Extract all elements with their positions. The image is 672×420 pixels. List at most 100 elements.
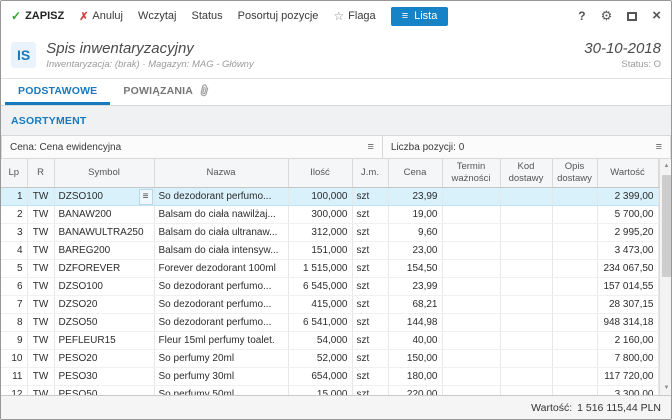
- price-type-selector[interactable]: Cena: Cena ewidencyjna ≡: [1, 135, 383, 159]
- cell-symbol: DZSO50≡: [54, 313, 154, 331]
- lista-button[interactable]: ≡ Lista: [391, 7, 449, 26]
- cell-cena: 154,50: [388, 259, 442, 277]
- column-header-opis-dostawy[interactable]: Opis dostawy: [552, 159, 597, 187]
- cell-nazwa: So dezodorant perfumo...: [154, 277, 288, 295]
- hamburger-icon[interactable]: ≡: [367, 141, 373, 153]
- tab-powiazania[interactable]: POWIĄZANIA: [110, 79, 223, 105]
- column-header-cena[interactable]: Cena: [388, 159, 442, 187]
- scroll-thumb[interactable]: [662, 175, 672, 277]
- cell-opis-dostawy: [552, 241, 597, 259]
- cancel-x-icon: ✗: [79, 10, 88, 23]
- table-row[interactable]: 10 TW PESO20≡ So perfumy 20ml 52,000 szt…: [1, 349, 658, 367]
- cell-opis-dostawy: [552, 223, 597, 241]
- scroll-down-arrow[interactable]: ▼: [660, 381, 672, 395]
- cell-nazwa: Forever dezodorant 100ml: [154, 259, 288, 277]
- cell-termin: [442, 259, 500, 277]
- sort-items-button[interactable]: Posortuj pozycje: [238, 10, 319, 22]
- cell-cena: 40,00: [388, 331, 442, 349]
- close-icon[interactable]: ×: [652, 11, 661, 21]
- table-row[interactable]: 6 TW DZSO100≡ So dezodorant perfumo... 6…: [1, 277, 658, 295]
- cell-lp: 4: [1, 241, 27, 259]
- load-button-label: Wczytaj: [138, 10, 177, 22]
- column-header-termin[interactable]: Termin ważności: [442, 159, 500, 187]
- table-row[interactable]: 8 TW DZSO50≡ So dezodorant perfumo... 6 …: [1, 313, 658, 331]
- column-header-jm[interactable]: J.m.: [352, 159, 388, 187]
- cell-r: TW: [27, 367, 54, 385]
- cell-symbol: BAREG200≡: [54, 241, 154, 259]
- cell-opis-dostawy: [552, 277, 597, 295]
- cell-wartosc: 2 160,00: [597, 331, 658, 349]
- table-row[interactable]: 2 TW BANAW200≡ Balsam do ciała nawilżaj.…: [1, 205, 658, 223]
- table-row[interactable]: 3 TW BANAWULTRA250≡ Balsam do ciała ultr…: [1, 223, 658, 241]
- cancel-button[interactable]: ✗ Anuluj: [79, 10, 123, 23]
- help-button[interactable]: ?: [578, 9, 585, 23]
- cell-cena: 19,00: [388, 205, 442, 223]
- column-header-lp[interactable]: Lp: [1, 159, 27, 187]
- cell-nazwa: Balsam do ciała intensyw...: [154, 241, 288, 259]
- cell-r: TW: [27, 277, 54, 295]
- cell-opis-dostawy: [552, 367, 597, 385]
- table-row[interactable]: 5 TW DZFOREVER≡ Forever dezodorant 100ml…: [1, 259, 658, 277]
- scroll-up-arrow[interactable]: ▲: [660, 159, 672, 173]
- hamburger-icon[interactable]: ≡: [656, 141, 662, 153]
- cell-kod-dostawy: [500, 367, 552, 385]
- column-header-nazwa[interactable]: Nazwa: [154, 159, 288, 187]
- window-controls: ? ⚙ ×: [578, 8, 661, 24]
- cell-wartosc: 3 473,00: [597, 241, 658, 259]
- table-row[interactable]: 11 TW PESO30≡ So perfumy 30ml 654,000 sz…: [1, 367, 658, 385]
- table-row[interactable]: 4 TW BAREG200≡ Balsam do ciała intensyw.…: [1, 241, 658, 259]
- cell-termin: [442, 331, 500, 349]
- table-row[interactable]: 7 TW DZSO20≡ So dezodorant perfumo... 41…: [1, 295, 658, 313]
- tab-powiazania-label: POWIĄZANIA: [123, 85, 193, 97]
- save-button[interactable]: ✓ ZAPISZ: [11, 9, 64, 23]
- cell-jm: szt: [352, 277, 388, 295]
- page-title: Spis inwentaryzacyjny: [46, 40, 584, 57]
- cell-cena: 150,00: [388, 349, 442, 367]
- column-header-wartosc[interactable]: Wartość: [597, 159, 658, 187]
- cell-cena: 68,21: [388, 295, 442, 313]
- table-row[interactable]: 12 TW PESO50≡ So perfumy 50ml 15,000 szt…: [1, 385, 658, 395]
- table-row[interactable]: 1 TW DZSO100≡ So dezodorant perfumo... 1…: [1, 187, 658, 205]
- cell-symbol: DZSO100≡: [54, 277, 154, 295]
- position-count-selector[interactable]: Liczba pozycji: 0 ≡: [382, 135, 671, 159]
- cell-ilosc: 415,000: [288, 295, 352, 313]
- cell-jm: szt: [352, 367, 388, 385]
- table-row[interactable]: 9 TW PEFLEUR15≡ Fleur 15ml perfumy toale…: [1, 331, 658, 349]
- cell-nazwa: So dezodorant perfumo...: [154, 187, 288, 205]
- cell-opis-dostawy: [552, 313, 597, 331]
- cell-lp: 3: [1, 223, 27, 241]
- cell-lp: 11: [1, 367, 27, 385]
- cell-nazwa: So perfumy 50ml: [154, 385, 288, 395]
- tab-podstawowe[interactable]: PODSTAWOWE: [5, 79, 110, 105]
- row-menu-icon[interactable]: ≡: [139, 189, 153, 205]
- total-value-label: Wartość:: [531, 402, 572, 414]
- cell-lp: 6: [1, 277, 27, 295]
- cell-jm: szt: [352, 241, 388, 259]
- document-status: Status: O: [584, 59, 661, 70]
- cell-r: TW: [27, 259, 54, 277]
- vertical-scrollbar[interactable]: ▲ ▼: [659, 159, 672, 395]
- cell-symbol: DZSO100≡: [54, 187, 154, 205]
- column-header-ilosc[interactable]: Ilość: [288, 159, 352, 187]
- cell-opis-dostawy: [552, 205, 597, 223]
- status-button[interactable]: Status: [191, 10, 222, 22]
- column-header-symbol[interactable]: Symbol: [54, 159, 154, 187]
- load-button[interactable]: Wczytaj: [138, 10, 177, 22]
- document-header: IS Spis inwentaryzacyjny Inwentaryzacja:…: [1, 31, 671, 79]
- save-button-label: ZAPISZ: [25, 10, 64, 22]
- cell-jm: szt: [352, 187, 388, 205]
- maximize-icon[interactable]: [627, 12, 637, 21]
- flag-button[interactable]: ☆ Flaga: [333, 9, 375, 23]
- tab-podstawowe-label: PODSTAWOWE: [18, 85, 97, 97]
- column-header-kod-dostawy[interactable]: Kod dostawy: [500, 159, 552, 187]
- cell-r: TW: [27, 187, 54, 205]
- cell-r: TW: [27, 241, 54, 259]
- cell-kod-dostawy: [500, 349, 552, 367]
- cell-jm: szt: [352, 313, 388, 331]
- gear-icon[interactable]: ⚙: [601, 8, 613, 24]
- lista-button-label: Lista: [414, 10, 437, 22]
- cell-lp: 12: [1, 385, 27, 395]
- column-header-r[interactable]: R: [27, 159, 54, 187]
- cell-wartosc: 7 800,00: [597, 349, 658, 367]
- cell-kod-dostawy: [500, 223, 552, 241]
